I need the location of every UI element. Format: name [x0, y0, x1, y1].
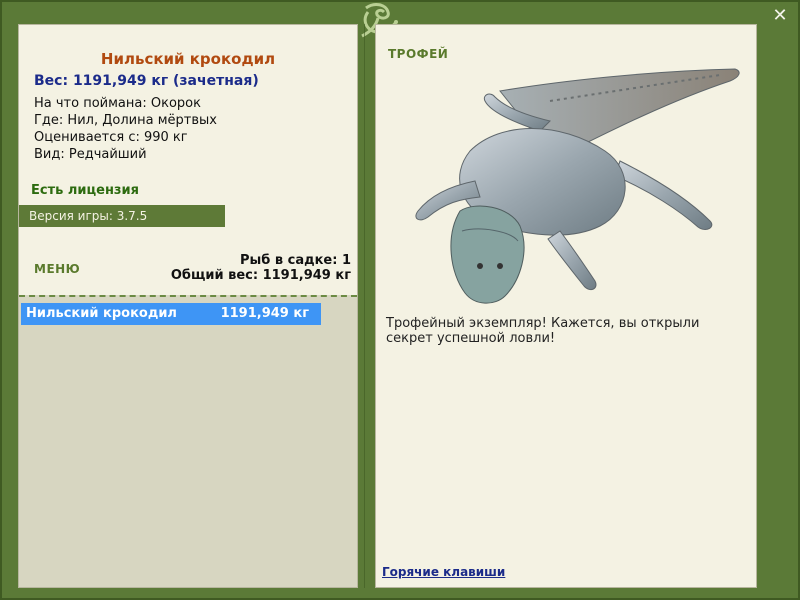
- catch-item-weight: 1191,949 кг: [220, 306, 309, 321]
- trophy-label: ТРОФЕЙ: [388, 47, 449, 61]
- fish-weight: Вес: 1191,949 кг (зачетная): [34, 73, 259, 89]
- menu-button[interactable]: МЕНЮ: [34, 262, 80, 276]
- keepnet-stats: Рыб в садке: 1 Общий вес: 1191,949 кг: [171, 253, 351, 283]
- kind-line: Вид: Редчайший: [34, 147, 147, 162]
- catch-item-name: Нильский крокодил: [26, 306, 177, 321]
- fish-info: На что поймана: Окорок Где: Нил, Долина …: [34, 95, 217, 163]
- fish-count: Рыб в садке: 1: [239, 253, 351, 268]
- list-item[interactable]: Нильский крокодил 1191,949 кг: [21, 303, 321, 325]
- bait-line: На что поймана: Окорок: [34, 96, 201, 111]
- panel-separator: [364, 24, 365, 588]
- version-bar: Версия игры: 3.7.5: [19, 205, 225, 227]
- trophy-text: Трофейный экземпляр! Кажется, вы открыли…: [386, 316, 700, 346]
- total-weight: Общий вес: 1191,949 кг: [170, 268, 351, 283]
- location-line: Где: Нил, Долина мёртвых: [34, 113, 217, 128]
- dashed-divider: [19, 295, 357, 297]
- hotkeys-link[interactable]: Горячие клавиши: [382, 565, 505, 579]
- license-status: Есть лицензия: [31, 183, 139, 198]
- crocodile-image: [415, 68, 740, 304]
- catch-info-panel: Нильский крокодил Вес: 1191,949 кг (заче…: [18, 24, 358, 588]
- valued-line: Оценивается с: 990 кг: [34, 130, 188, 145]
- fish-name: Нильский крокодил: [100, 50, 276, 68]
- fish-details: Нильский крокодил Вес: 1191,949 кг (заче…: [19, 25, 357, 295]
- close-button[interactable]: ✕: [770, 6, 790, 26]
- trophy-panel: ТРОФЕЙ Трофейный экземпляр! Кажется, вы …: [375, 24, 757, 588]
